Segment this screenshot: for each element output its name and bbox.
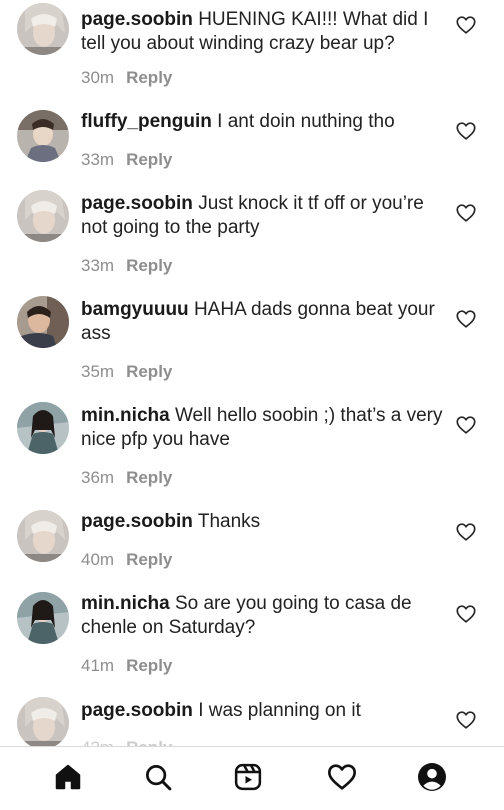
comment-username[interactable]: min.nicha xyxy=(81,593,170,614)
like-icon[interactable] xyxy=(455,709,477,731)
profile-icon xyxy=(416,761,448,798)
comment-text: page.soobin HUENING KAI!!! What did I te… xyxy=(81,8,453,56)
avatar[interactable] xyxy=(17,592,69,644)
reply-button[interactable]: Reply xyxy=(126,68,172,87)
search-icon xyxy=(143,762,173,797)
avatar[interactable] xyxy=(17,110,69,162)
comment-body: Thanks xyxy=(197,511,261,532)
like-icon[interactable] xyxy=(455,202,477,224)
comment-username[interactable]: page.soobin xyxy=(81,700,193,721)
tab-reels[interactable] xyxy=(228,761,268,797)
comment-meta: 33m Reply xyxy=(81,150,172,170)
reply-button[interactable]: Reply xyxy=(126,550,172,569)
tab-search[interactable] xyxy=(138,761,178,797)
comment-time: 40m xyxy=(81,550,115,569)
comment-time: 35m xyxy=(81,362,115,381)
comment-text: min.nicha So are you going to casa de ch… xyxy=(81,592,453,640)
comment-text: page.soobin I was planning on it xyxy=(81,699,453,723)
comment-meta: 30m Reply xyxy=(81,68,172,88)
like-icon[interactable] xyxy=(455,521,477,543)
comment-meta: 36m Reply xyxy=(81,468,172,488)
comment-text: min.nicha Well hello soobin ;) that’s a … xyxy=(81,404,453,452)
comment-text: page.soobin Thanks xyxy=(81,510,453,534)
comment-time: 33m xyxy=(81,150,115,169)
comment-time: 36m xyxy=(81,468,115,487)
comment-username[interactable]: bamgyuuuu xyxy=(81,299,189,320)
comment-username[interactable]: page.soobin xyxy=(81,511,193,532)
home-icon xyxy=(53,762,83,797)
tab-activity[interactable] xyxy=(322,761,362,797)
tab-profile[interactable] xyxy=(412,761,452,797)
comment-time: 33m xyxy=(81,256,115,275)
like-icon[interactable] xyxy=(455,603,477,625)
reply-button[interactable]: Reply xyxy=(126,362,172,381)
comment-meta: 41m Reply xyxy=(81,656,172,676)
heart-icon xyxy=(326,761,358,798)
avatar[interactable] xyxy=(17,3,69,55)
like-icon[interactable] xyxy=(455,14,477,36)
comment-text: bamgyuuuu HAHA dads gonna beat your ass xyxy=(81,298,453,346)
avatar[interactable] xyxy=(17,697,69,749)
avatar[interactable] xyxy=(17,510,69,562)
comment-username[interactable]: min.nicha xyxy=(81,405,170,426)
reply-button[interactable]: Reply xyxy=(126,150,172,169)
like-icon[interactable] xyxy=(455,308,477,330)
comment-meta: 40m Reply xyxy=(81,550,172,570)
comment-username[interactable]: page.soobin xyxy=(81,193,193,214)
avatar[interactable] xyxy=(17,190,69,242)
tab-home[interactable] xyxy=(48,761,88,797)
comment-text: page.soobin Just knock it tf off or you’… xyxy=(81,192,453,240)
comment-username[interactable]: fluffy_penguin xyxy=(81,111,212,132)
comment-meta: 33m Reply xyxy=(81,256,172,276)
like-icon[interactable] xyxy=(455,414,477,436)
comment-time: 30m xyxy=(81,68,115,87)
comments-screen: page.soobin HUENING KAI!!! What did I te… xyxy=(0,0,504,810)
avatar[interactable] xyxy=(17,296,69,348)
avatar[interactable] xyxy=(17,402,69,454)
comment-body: I was planning on it xyxy=(198,700,361,721)
like-icon[interactable] xyxy=(455,120,477,142)
comment-text: fluffy_penguin I ant doin nuthing tho xyxy=(81,110,453,134)
bottom-tab-bar xyxy=(0,746,504,810)
reels-icon xyxy=(233,762,263,797)
reply-button[interactable]: Reply xyxy=(126,468,172,487)
reply-button[interactable]: Reply xyxy=(126,256,172,275)
comment-body: I ant doin nuthing tho xyxy=(217,111,395,132)
comment-time: 41m xyxy=(81,656,115,675)
reply-button[interactable]: Reply xyxy=(126,656,172,675)
comment-meta: 35m Reply xyxy=(81,362,172,382)
comment-username[interactable]: page.soobin xyxy=(81,9,193,30)
